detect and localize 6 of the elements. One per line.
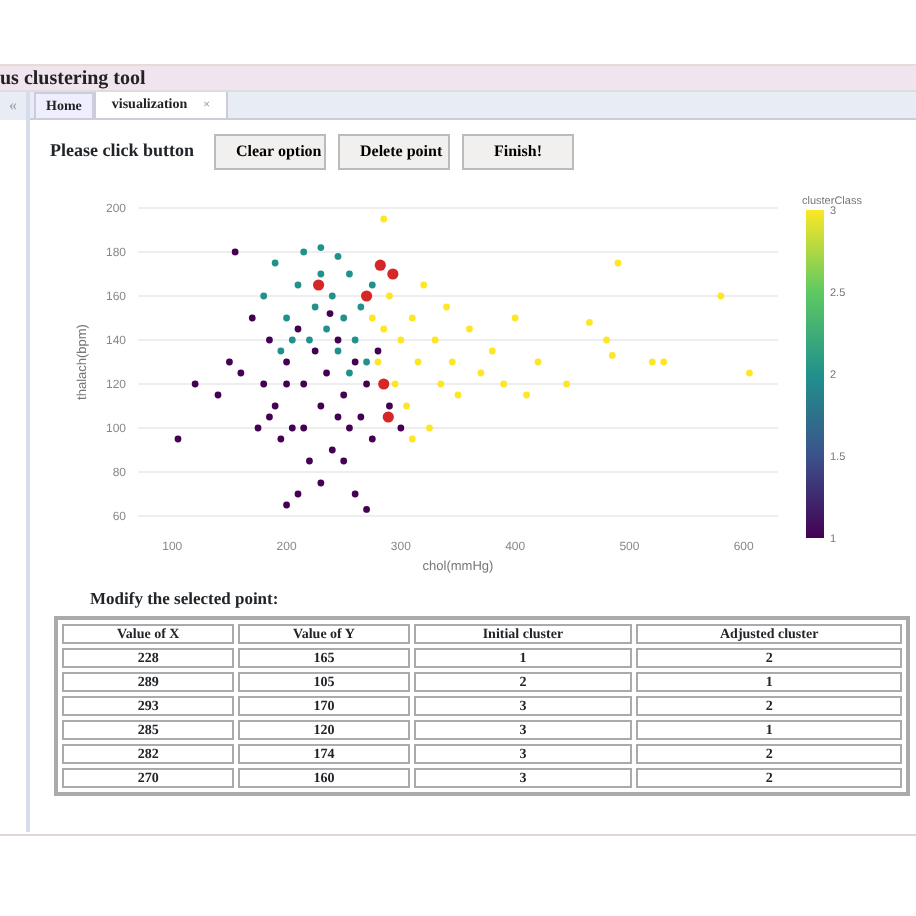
toolbar-button[interactable]: Clear option [214, 134, 326, 170]
section-heading: Modify the selected point: [90, 586, 281, 612]
toolbar-button[interactable]: Delete point [338, 134, 450, 170]
window-title: us clustering tool [0, 68, 146, 90]
prompt-text: Please click button [50, 138, 194, 165]
toolbar-button[interactable]: Finish! [462, 134, 574, 170]
